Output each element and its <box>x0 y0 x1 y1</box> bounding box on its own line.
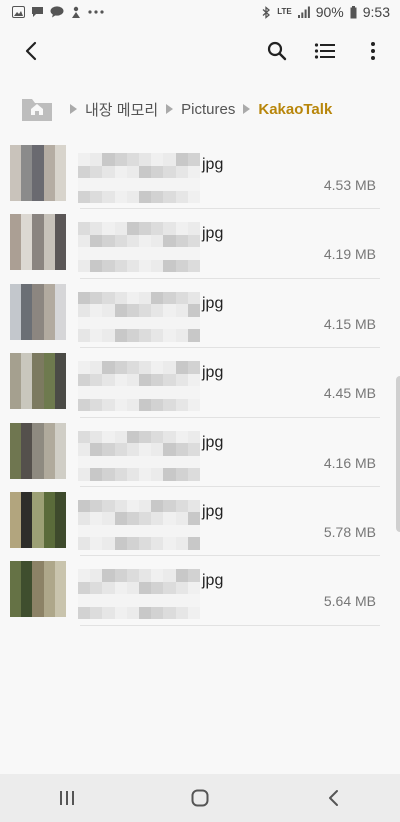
network-type: LTE <box>277 7 292 16</box>
breadcrumb-internal-storage[interactable]: 내장 메모리 <box>85 99 158 120</box>
file-item[interactable]: jpg 4.16 MB <box>0 418 400 487</box>
file-item[interactable]: jpg 5.64 MB <box>0 556 400 626</box>
file-thumbnail <box>10 214 66 271</box>
file-size: 4.16 MB <box>323 454 376 471</box>
divider <box>80 624 380 626</box>
list-view-icon[interactable] <box>312 38 338 64</box>
nav-back-icon[interactable] <box>303 778 363 818</box>
file-size: 4.19 MB <box>323 246 376 263</box>
file-size: 4.45 MB <box>323 385 376 402</box>
file-extension: jpg <box>202 294 224 312</box>
file-thumbnail <box>10 353 66 410</box>
gallery-icon <box>12 6 25 18</box>
file-name-redacted <box>78 430 200 481</box>
clock: 9:53 <box>362 4 390 20</box>
home-folder-icon[interactable] <box>20 93 54 125</box>
breadcrumb-separator-icon <box>243 104 251 114</box>
bluetooth-icon <box>262 5 271 19</box>
file-size: 4.53 MB <box>323 177 376 193</box>
chat-icon <box>31 6 44 18</box>
file-name-redacted <box>78 361 200 412</box>
search-icon[interactable] <box>264 38 290 64</box>
breadcrumb-separator-icon <box>166 104 174 114</box>
file-size: 5.78 MB <box>323 523 376 540</box>
back-arrow-icon[interactable] <box>18 38 44 64</box>
file-thumbnail <box>10 491 66 548</box>
breadcrumb-current-folder: KakaoTalk <box>258 100 333 118</box>
status-bar: LTE 90% 9:53 <box>0 0 400 24</box>
breadcrumb-separator-icon <box>70 104 77 114</box>
file-list: jpg 4.53 MB jpg 4.19 MB jpg 4.15 MB jpg … <box>0 140 400 626</box>
file-thumbnail <box>10 561 66 618</box>
recents-icon[interactable] <box>37 778 97 818</box>
file-name-redacted <box>78 569 200 620</box>
file-extension: jpg <box>202 433 224 451</box>
system-icons: LTE 90% 9:53 <box>262 4 390 20</box>
signal-icon <box>297 6 310 18</box>
file-thumbnail <box>10 283 66 340</box>
file-name-redacted <box>78 153 200 203</box>
more-dots-icon <box>88 10 104 14</box>
file-item[interactable]: jpg 4.53 MB <box>0 140 400 210</box>
file-item[interactable]: jpg 5.78 MB <box>0 487 400 557</box>
file-item[interactable]: jpg 4.15 MB <box>0 279 400 349</box>
battery-percent: 90% <box>315 4 344 20</box>
navigation-bar <box>0 774 400 822</box>
file-name-redacted <box>78 222 200 273</box>
file-item[interactable]: jpg 4.45 MB <box>0 348 400 418</box>
breadcrumb-pictures[interactable]: Pictures <box>181 101 235 118</box>
file-extension: jpg <box>202 502 224 520</box>
more-vertical-icon[interactable] <box>360 38 386 64</box>
scroll-handle[interactable] <box>396 376 400 532</box>
file-item[interactable]: jpg 4.19 MB <box>0 209 400 279</box>
file-size: 5.64 MB <box>323 593 376 610</box>
file-name-redacted <box>78 291 200 342</box>
file-size: 4.15 MB <box>323 315 376 332</box>
file-thumbnail <box>10 145 66 201</box>
file-extension: jpg <box>202 364 224 382</box>
breadcrumb: 내장 메모리 Pictures KakaoTalk <box>0 84 400 134</box>
file-extension: jpg <box>202 225 224 243</box>
app-bar <box>0 24 400 78</box>
home-button-icon[interactable] <box>170 778 230 818</box>
kakaotalk-icon <box>50 6 64 18</box>
file-name-redacted <box>78 499 200 550</box>
notification-icons <box>12 6 104 19</box>
file-extension: jpg <box>202 156 224 173</box>
file-thumbnail <box>10 422 66 479</box>
notification-icon <box>70 6 82 19</box>
file-extension: jpg <box>202 572 224 590</box>
battery-icon <box>350 5 357 19</box>
